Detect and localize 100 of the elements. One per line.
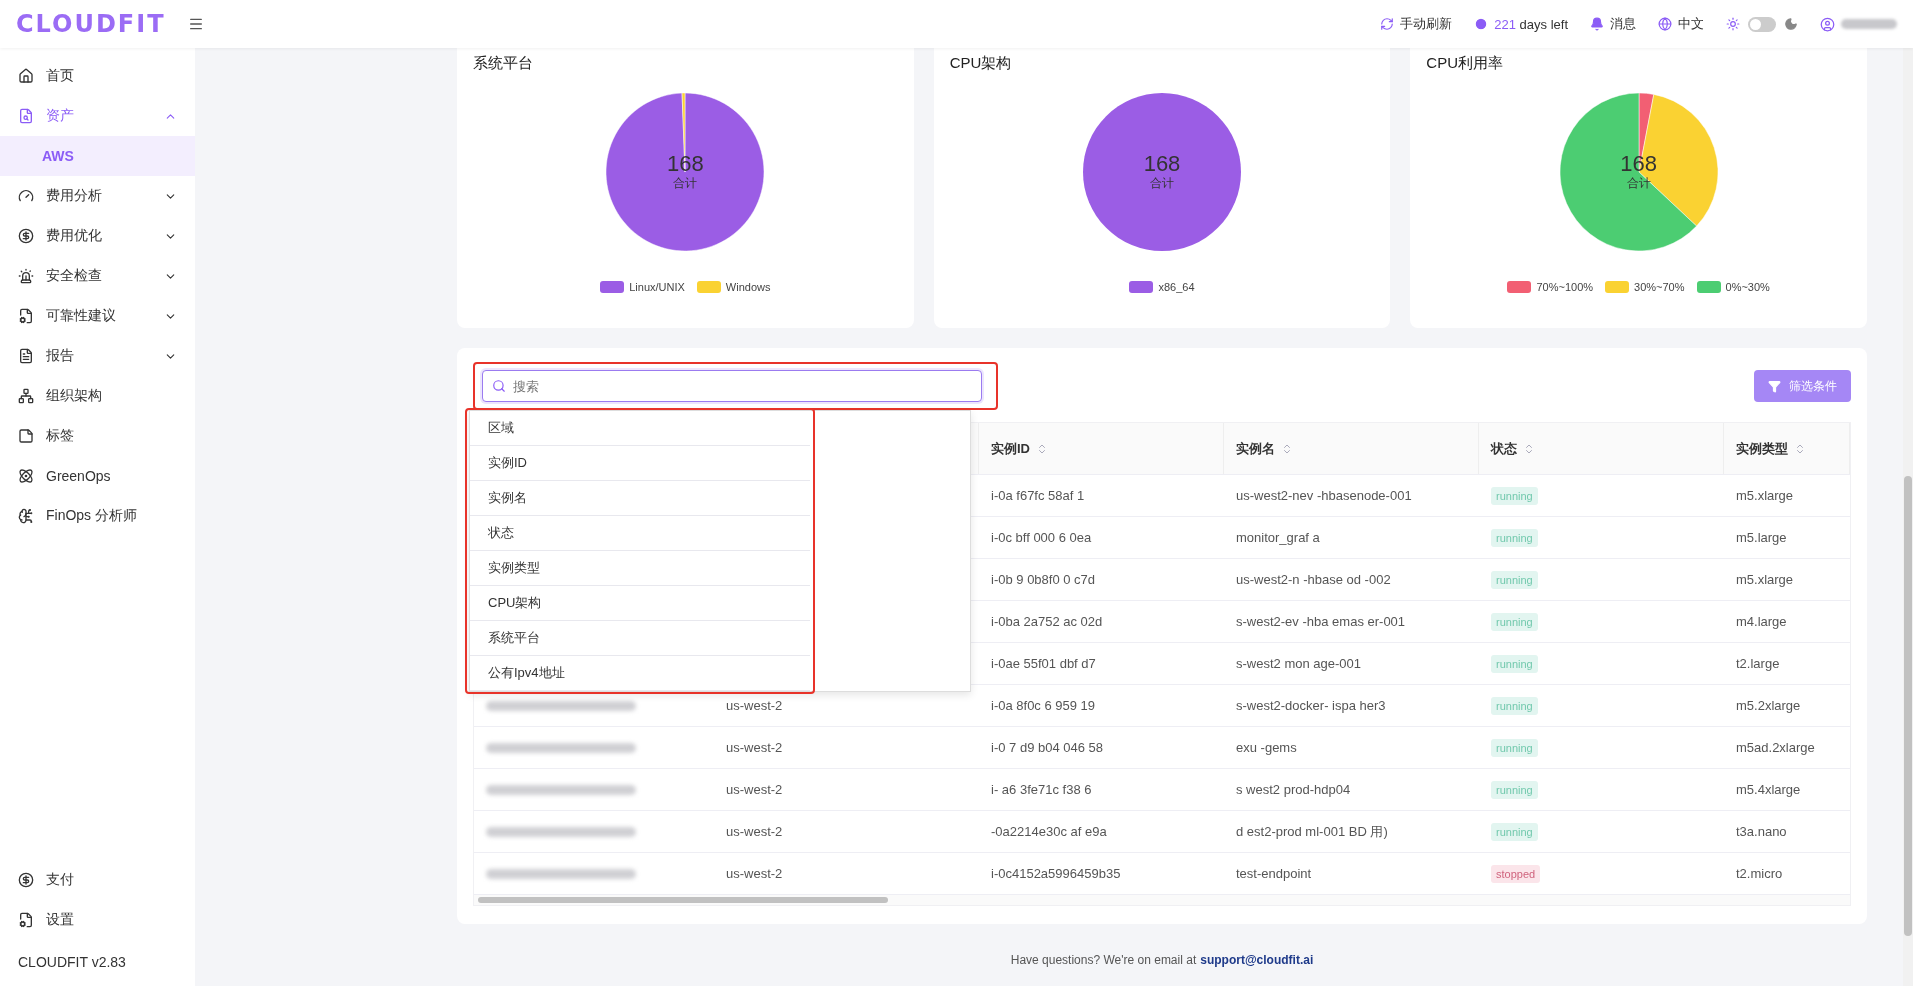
sidebar-item[interactable]: 设置 bbox=[0, 900, 195, 940]
dropdown-item[interactable]: 实例名 bbox=[470, 481, 810, 516]
sidebar-subitem[interactable]: AWS bbox=[0, 136, 195, 176]
status-tag: running bbox=[1491, 696, 1538, 715]
total-label: 合计 bbox=[673, 174, 698, 192]
dollar-icon bbox=[18, 228, 34, 244]
dropdown-item[interactable]: CPU架构 bbox=[470, 586, 810, 621]
search-field[interactable]: 搜索 bbox=[482, 370, 982, 402]
table-cell-text: i-0ae 55f01 dbf d7 bbox=[990, 656, 1097, 671]
dropdown-item[interactable]: 区域 bbox=[470, 411, 810, 446]
sidebar-item[interactable]: GreenOps bbox=[0, 456, 195, 496]
messages-button[interactable]: 消息 bbox=[1590, 15, 1636, 33]
sidebar-item[interactable]: 安全检查 bbox=[0, 256, 195, 296]
table-cell-text: d est2-prod ml-001 BD 用) bbox=[1235, 822, 1389, 841]
column-header[interactable]: 实例类型 bbox=[1724, 423, 1850, 474]
table-cell-text: m5.large bbox=[1735, 530, 1788, 545]
status-tag: running bbox=[1491, 486, 1538, 505]
sidebar-item[interactable]: 组织架构 bbox=[0, 376, 195, 416]
dropdown-item[interactable]: 系统平台 bbox=[470, 621, 810, 656]
table-cell-text: i-0b 9 0b8f0 0 c7d bbox=[990, 572, 1097, 587]
table-cell-text: i- a6 3fe71c f38 6 bbox=[990, 782, 1093, 797]
legend-label: 30%~70% bbox=[1634, 281, 1685, 293]
document-icon bbox=[18, 348, 34, 364]
sort-icon bbox=[1281, 442, 1293, 455]
note-icon bbox=[18, 428, 34, 444]
table-cell-text: test-endpoint bbox=[1235, 866, 1313, 881]
siren-icon bbox=[18, 268, 34, 284]
sidebar-item[interactable]: 资产 bbox=[0, 96, 195, 136]
table-cell-text: i-0c bff 000 6 0ea bbox=[990, 530, 1093, 545]
table-cell-text: us-west-2 bbox=[725, 782, 784, 797]
table-cell-text: monitor_graf a bbox=[1235, 530, 1321, 545]
sidebar-item[interactable]: 标签 bbox=[0, 416, 195, 456]
table-cell-text: us-west-2 bbox=[725, 824, 784, 839]
table-cell-text: exu -gems bbox=[1235, 740, 1298, 755]
sort-icon bbox=[1523, 442, 1535, 455]
dropdown-item[interactable]: 状态 bbox=[470, 516, 810, 551]
sort-icon bbox=[1036, 442, 1048, 455]
legend-label: Windows bbox=[725, 281, 771, 293]
document-gear-icon bbox=[18, 308, 34, 324]
document-search-icon bbox=[18, 108, 34, 124]
table-cell-text: us-west2-n -hbase od -002 bbox=[1235, 572, 1392, 587]
column-header[interactable]: 实例ID bbox=[979, 423, 1224, 474]
table-cell-text: m5.xlarge bbox=[1735, 488, 1795, 503]
refresh-button[interactable]: 手动刷新 bbox=[1380, 15, 1453, 33]
menu-icon[interactable] bbox=[187, 16, 204, 32]
table-cell-text: t2.micro bbox=[1735, 866, 1784, 881]
table-cell-text: i-0 7 d9 b04 046 58 bbox=[990, 740, 1105, 755]
table-cell-text: us-west-2 bbox=[725, 866, 784, 881]
brand-logo: CLOUDFIT bbox=[16, 10, 166, 38]
sidebar-item[interactable]: 首页 bbox=[0, 56, 195, 96]
table-cell-text: us-west-2 bbox=[725, 740, 784, 755]
avatar-icon[interactable] bbox=[1820, 16, 1835, 32]
sidebar-item[interactable]: 报告 bbox=[0, 336, 195, 376]
dollar-icon bbox=[18, 872, 34, 888]
horizontal-scrollbar[interactable] bbox=[474, 895, 1850, 905]
table-cell-text: m5.4xlarge bbox=[1735, 782, 1802, 797]
legend-label: x86_64 bbox=[1158, 281, 1195, 293]
hierarchy-icon bbox=[18, 388, 34, 404]
language-button[interactable]: 中文 bbox=[1658, 15, 1704, 33]
chart-title: CPU架构 bbox=[949, 54, 1012, 73]
page-scrollbar[interactable] bbox=[1903, 48, 1913, 986]
table-cell-text: m5.2xlarge bbox=[1735, 698, 1802, 713]
status-tag: running bbox=[1491, 612, 1538, 631]
version-label: CLOUDFIT v2.83 bbox=[17, 953, 127, 972]
table-cell-text: i-0a f67fc 58af 1 bbox=[990, 488, 1086, 503]
gauge-icon bbox=[18, 188, 34, 204]
dropdown-item[interactable]: 公有Ipv4地址 bbox=[470, 656, 810, 691]
table-cell-text: us-west-2 bbox=[725, 698, 784, 713]
footer-text: Have questions? We're on email at bbox=[1010, 953, 1197, 967]
dropdown-item[interactable]: 实例类型 bbox=[470, 551, 810, 586]
chart-title: 系统平台 bbox=[473, 54, 533, 73]
sidebar-item[interactable]: 支付 bbox=[0, 860, 195, 900]
email-link[interactable]: support@cloudfit.ai bbox=[1200, 953, 1314, 967]
sun-icon bbox=[1726, 17, 1740, 31]
refresh-icon bbox=[1380, 17, 1395, 31]
redacted-username bbox=[1841, 19, 1897, 29]
column-header[interactable]: 状态 bbox=[1479, 423, 1724, 474]
gear-icon bbox=[18, 912, 34, 928]
dropdown-item[interactable]: 实例ID bbox=[470, 446, 810, 481]
column-header[interactable]: 实例名 bbox=[1224, 423, 1479, 474]
total-count: 168 bbox=[1143, 152, 1181, 175]
legend-label: 70%~100% bbox=[1536, 281, 1594, 293]
status-tag: running bbox=[1491, 738, 1538, 757]
table-cell-text: m4.large bbox=[1735, 614, 1788, 629]
home-icon bbox=[18, 68, 34, 84]
license-days-left: 221 days left bbox=[1494, 16, 1568, 32]
table-cell-text: t2.large bbox=[1735, 656, 1781, 671]
theme-toggle[interactable] bbox=[1748, 16, 1776, 32]
status-tag: running bbox=[1491, 570, 1538, 589]
sidebar-item[interactable]: 费用分析 bbox=[0, 176, 195, 216]
table-cell-text: -0a2214e30c af e9a bbox=[990, 824, 1108, 839]
table-cell-text: s-west2 mon age-001 bbox=[1235, 656, 1362, 671]
sidebar-item[interactable]: 费用优化 bbox=[0, 216, 195, 256]
chart-title: CPU利用率 bbox=[1426, 54, 1503, 73]
table-cell-text: s-west2-ev -hba emas er-001 bbox=[1235, 614, 1407, 629]
sidebar-item[interactable]: FinOps 分析师 bbox=[0, 496, 195, 536]
sidebar-item[interactable]: 可靠性建议 bbox=[0, 296, 195, 336]
total-label: 合计 bbox=[1150, 174, 1174, 192]
moon-icon bbox=[1784, 17, 1798, 31]
table-cell-text: s-west2-docker- ispa her3 bbox=[1235, 698, 1387, 713]
